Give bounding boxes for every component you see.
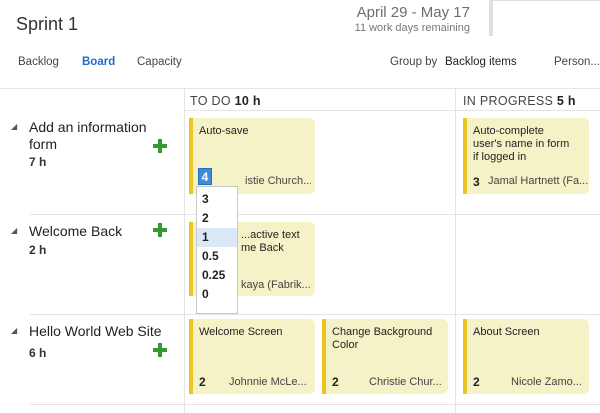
backlog-item-title-line: Add an information xyxy=(29,119,147,135)
add-task-icon[interactable] xyxy=(153,343,167,357)
card-assignee[interactable]: kaya (Fabrik... xyxy=(241,279,311,291)
card-title: Auto-save xyxy=(199,125,249,137)
add-task-icon[interactable] xyxy=(153,139,167,153)
card-state-stripe xyxy=(189,222,193,296)
backlog-item-title-line: form xyxy=(29,136,57,152)
card-title-line: Auto-complete xyxy=(473,125,544,137)
remaining-work-input[interactable]: 4 xyxy=(198,168,212,185)
card-title: About Screen xyxy=(473,326,540,338)
column-divider-left xyxy=(184,88,185,413)
task-card-auto-complete[interactable]: Auto-complete user's name in form if log… xyxy=(463,118,589,194)
expand-collapse-icon[interactable]: ◢ xyxy=(11,226,17,235)
board-top-border xyxy=(0,88,600,89)
card-title-line: Change Background xyxy=(332,326,433,338)
remaining-work-option-selected[interactable]: 1 xyxy=(197,228,237,247)
card-title: Auto-complete user's name in form if log… xyxy=(473,125,581,164)
card-assignee[interactable]: Johnnie McLe... xyxy=(229,376,311,388)
card-remaining-work[interactable]: 2 xyxy=(199,375,206,389)
card-state-stripe xyxy=(322,319,326,394)
card-assignee[interactable]: Christie Chur... xyxy=(369,376,445,388)
backlog-item-title[interactable]: Add an information form xyxy=(29,119,147,153)
card-title-line: ...active text xyxy=(241,229,300,241)
card-title: Change Background Color xyxy=(332,326,440,352)
remaining-work-options: 3 2 1 0.5 0.25 0 xyxy=(196,186,238,314)
group-by-dropdown[interactable]: Backlog items xyxy=(445,56,517,68)
task-card-change-background[interactable]: Change Background Color 2 Christie Chur.… xyxy=(322,319,448,394)
card-assignee[interactable]: Jamal Hartnett (Fa... xyxy=(488,175,588,187)
card-remaining-work[interactable]: 2 xyxy=(332,375,339,389)
backlog-item-hours: 7 h xyxy=(29,155,47,169)
row-divider-3 xyxy=(30,404,600,405)
backlog-item-hours: 6 h xyxy=(29,346,47,360)
add-task-icon[interactable] xyxy=(153,223,167,237)
column-label-todo: TO DO xyxy=(190,94,231,108)
group-by-label: Group by xyxy=(390,56,438,68)
tab-backlog[interactable]: Backlog xyxy=(18,56,59,68)
remaining-work-option[interactable]: 2 xyxy=(197,209,237,228)
card-title-line: me Back xyxy=(241,242,284,254)
remaining-work-option[interactable]: 3 xyxy=(197,190,237,209)
backlog-item-title[interactable]: Hello World Web Site xyxy=(29,323,162,340)
person-filter-dropdown[interactable]: Person... xyxy=(554,56,600,68)
card-assignee[interactable]: istie Church... xyxy=(245,175,311,187)
card-title-line: user's name in form xyxy=(473,138,570,150)
card-title-line: if logged in xyxy=(473,151,527,163)
column-header-in-progress: IN PROGRESS 5 h xyxy=(463,94,576,108)
expand-collapse-icon[interactable]: ◢ xyxy=(11,122,17,131)
card-remaining-work[interactable]: 2 xyxy=(473,375,480,389)
sprint-burndown-divider xyxy=(489,0,493,36)
card-state-stripe xyxy=(189,118,193,194)
backlog-item-title[interactable]: Welcome Back xyxy=(29,223,122,240)
card-state-stripe xyxy=(463,118,467,194)
card-assignee[interactable]: Nicole Zamo... xyxy=(511,376,587,388)
card-remaining-work[interactable]: 3 xyxy=(473,175,480,189)
column-label-in-progress: IN PROGRESS xyxy=(463,94,554,108)
work-days-remaining: 11 work days remaining xyxy=(354,22,470,34)
card-title: Welcome Screen xyxy=(199,326,283,338)
column-divider-middle xyxy=(455,88,456,413)
column-header-todo: TO DO 10 h xyxy=(190,94,261,108)
sprint-title: Sprint 1 xyxy=(16,14,79,34)
backlog-item-hours: 2 h xyxy=(29,243,47,257)
sprint-burndown-frame xyxy=(489,0,600,1)
card-title-line: Color xyxy=(332,339,359,351)
row-divider-1 xyxy=(30,214,600,215)
column-header-divider xyxy=(185,110,600,111)
card-state-stripe xyxy=(463,319,467,394)
card-state-stripe xyxy=(189,319,193,394)
sprint-date-range: April 29 - May 17 xyxy=(356,4,470,21)
column-hours-in-progress: 5 h xyxy=(556,94,576,108)
remaining-work-option[interactable]: 0.5 xyxy=(197,247,237,266)
remaining-work-option[interactable]: 0 xyxy=(197,285,237,304)
column-hours-todo: 10 h xyxy=(234,94,261,108)
row-divider-2 xyxy=(30,314,600,315)
tab-board[interactable]: Board xyxy=(82,56,115,68)
task-card-welcome-screen[interactable]: Welcome Screen 2 Johnnie McLe... xyxy=(189,319,315,394)
remaining-work-option[interactable]: 0.25 xyxy=(197,266,237,285)
card-title: ...active text me Back xyxy=(241,229,307,255)
expand-collapse-icon[interactable]: ◢ xyxy=(11,326,17,335)
tab-capacity[interactable]: Capacity xyxy=(137,56,182,68)
task-card-about-screen[interactable]: About Screen 2 Nicole Zamo... xyxy=(463,319,589,394)
